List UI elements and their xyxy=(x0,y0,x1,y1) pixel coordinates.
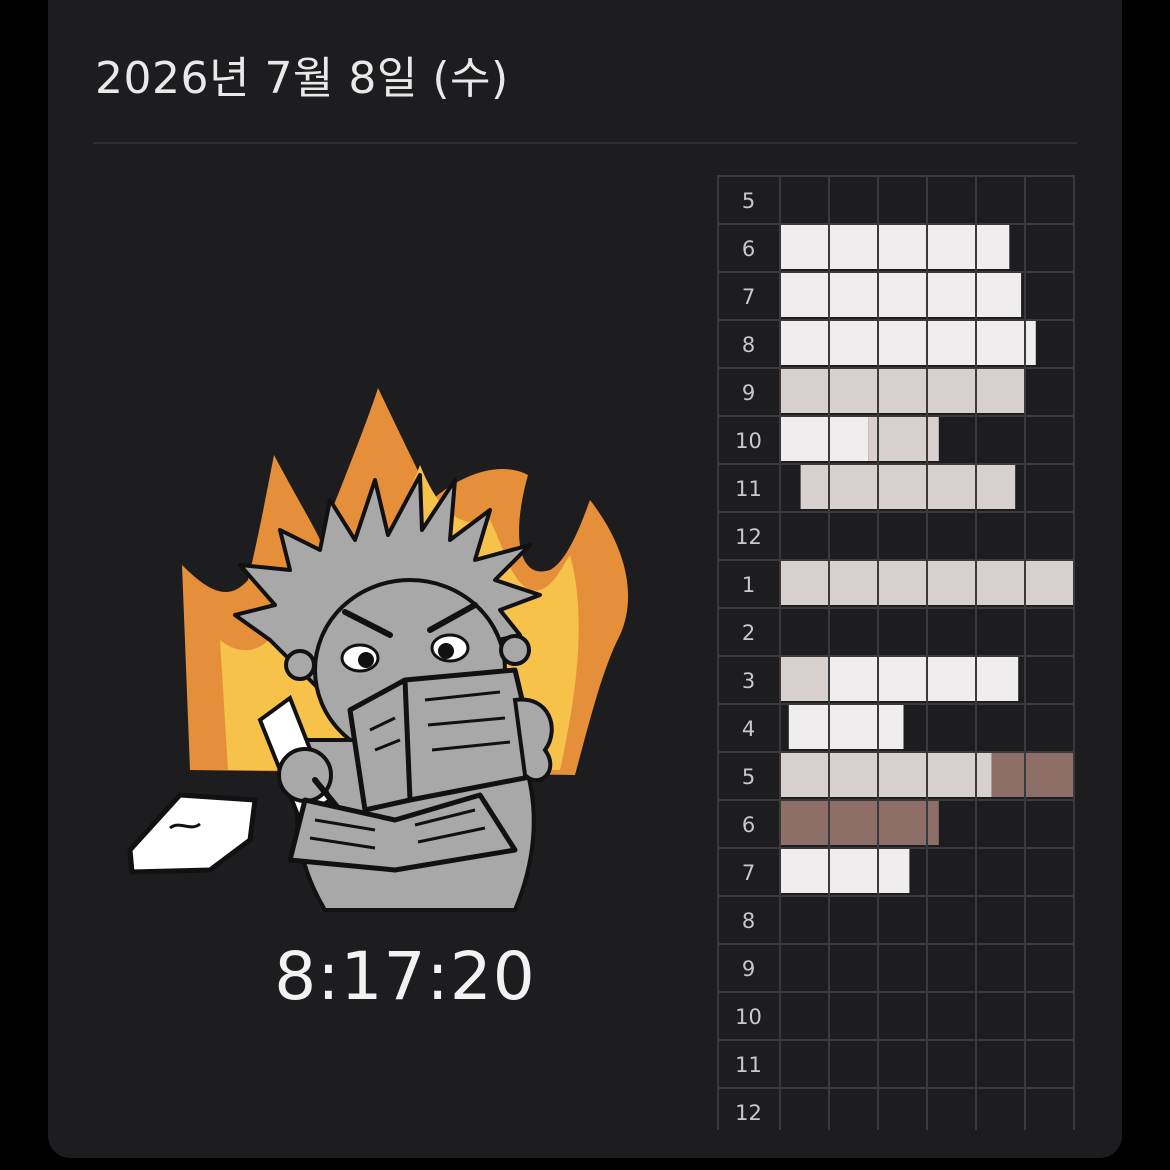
timetable-segment xyxy=(780,369,1024,413)
timetable-hour-label: 10 xyxy=(735,1005,762,1029)
timetable-hour-label: 11 xyxy=(735,477,762,501)
timetable-hour-label: 8 xyxy=(742,333,755,357)
timetable-hour-label: 12 xyxy=(735,1101,762,1125)
timetable-hour-label: 6 xyxy=(742,237,755,261)
timetable-segment xyxy=(780,657,830,701)
timetable-segment xyxy=(991,753,1074,797)
timetable-hour-label: 5 xyxy=(742,189,755,213)
timetable-segment xyxy=(780,417,869,461)
studying-on-fire-character-icon xyxy=(127,388,629,912)
timetable-segment xyxy=(830,657,1019,701)
timetable-hour-label: 5 xyxy=(742,765,755,789)
timetable-hour-label: 11 xyxy=(735,1053,762,1077)
date-title[interactable]: 2026년 7월 8일 (수) xyxy=(95,42,509,106)
elapsed-timer[interactable]: 8:17:20 xyxy=(250,938,560,1015)
timetable-hour-label: 7 xyxy=(742,861,755,885)
timetable-hour-label: 2 xyxy=(742,621,755,645)
timetable-segment xyxy=(800,465,1016,509)
timetable-hour-label: 6 xyxy=(742,813,755,837)
timetable-segment xyxy=(788,705,904,749)
timetable-segment xyxy=(780,273,1022,317)
timetable-segment xyxy=(780,801,939,845)
timetable-segment xyxy=(780,753,992,797)
timetable-hour-label: 10 xyxy=(735,429,762,453)
hourly-timetable: 56789101112123456789101112 xyxy=(717,175,1075,1130)
header-divider xyxy=(93,142,1077,144)
timetable-segment xyxy=(780,849,910,893)
timetable-hour-label: 12 xyxy=(735,525,762,549)
timetable-segment xyxy=(780,321,1036,365)
timetable-hour-label: 3 xyxy=(742,669,755,693)
timetable-hour-label: 9 xyxy=(742,381,755,405)
timetable-hour-label: 7 xyxy=(742,285,755,309)
closed-book xyxy=(127,792,258,875)
timetable-hour-label: 8 xyxy=(742,909,755,933)
timetable-segment xyxy=(780,225,1010,269)
timetable-hour-label: 4 xyxy=(742,717,755,741)
timetable-hour-label: 9 xyxy=(742,957,755,981)
timetable-hour-label: 1 xyxy=(742,573,755,597)
